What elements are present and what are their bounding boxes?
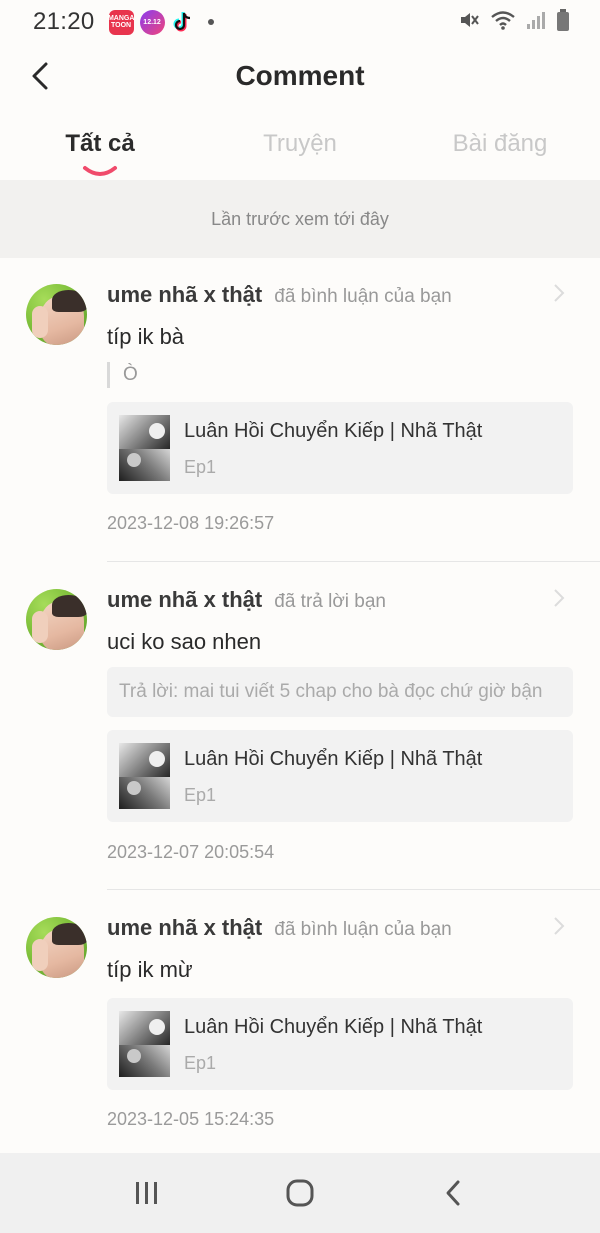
notification-item[interactable]: ume nhã x thật đã bình luận của bạn típ … bbox=[0, 891, 600, 1153]
page-title: Comment bbox=[235, 60, 365, 91]
action-text: đã bình luận của bạn bbox=[274, 919, 452, 940]
comment-text: típ ik bà bbox=[107, 324, 185, 349]
username[interactable]: ume nhã x thật bbox=[107, 915, 262, 941]
tab-stories-label: Truyện bbox=[263, 130, 337, 157]
username[interactable]: ume nhã x thật bbox=[107, 587, 262, 613]
mute-icon bbox=[458, 9, 480, 36]
timestamp: 2023-12-08 19:26:57 bbox=[107, 513, 275, 533]
tab-stories[interactable]: Truyện bbox=[200, 120, 400, 180]
story-title: Luân Hồi Chuyển Kiếp | Nhã Thật bbox=[184, 1016, 483, 1038]
tiktok-app-icon bbox=[171, 10, 196, 35]
active-tab-indicator bbox=[83, 166, 117, 176]
shopee-sale-app-icon: 12.12 bbox=[139, 9, 165, 35]
battery-icon bbox=[556, 8, 570, 37]
story-card[interactable]: Luân Hồi Chuyển Kiếp | Nhã Thật Ep1 bbox=[107, 402, 573, 494]
divider bbox=[107, 561, 600, 562]
mangatoon-app-icon: MANGA TOON bbox=[107, 9, 135, 35]
notification-header: ume nhã x thật đã bình luận của bạn bbox=[107, 915, 452, 941]
tab-posts-label: Bài đăng bbox=[452, 130, 548, 157]
notification-header: ume nhã x thật đã bình luận của bạn bbox=[107, 282, 452, 308]
signal-icon bbox=[526, 9, 546, 36]
system-back-button[interactable] bbox=[423, 1163, 483, 1223]
last-seen-banner: Lần trước xem tới đây bbox=[0, 180, 600, 258]
story-title: Luân Hồi Chuyển Kiếp | Nhã Thật bbox=[184, 748, 483, 770]
username[interactable]: ume nhã x thật bbox=[107, 282, 262, 308]
timestamp: 2023-12-07 20:05:54 bbox=[107, 842, 275, 862]
story-card[interactable]: Luân Hồi Chuyển Kiếp | Nhã Thật Ep1 bbox=[107, 998, 573, 1090]
comment-text: típ ik mừ bbox=[107, 957, 193, 982]
story-card[interactable]: Luân Hồi Chuyển Kiếp | Nhã Thật Ep1 bbox=[107, 730, 573, 822]
story-episode: Ep1 bbox=[184, 1053, 217, 1073]
chevron-right-icon[interactable] bbox=[550, 282, 568, 304]
status-app-icons: MANGA TOON 12.12 bbox=[107, 9, 214, 35]
home-button[interactable] bbox=[270, 1163, 330, 1223]
notification-dot-icon bbox=[207, 19, 214, 25]
timestamp: 2023-12-05 15:24:35 bbox=[107, 1109, 275, 1129]
notification-item[interactable]: ume nhã x thật đã bình luận của bạn típ … bbox=[0, 258, 600, 562]
story-title: Luân Hồi Chuyển Kiếp | Nhã Thật bbox=[184, 420, 483, 442]
recent-apps-icon bbox=[135, 1182, 157, 1204]
story-thumbnail bbox=[119, 743, 170, 809]
shopee-sale-app-label: 12.12 bbox=[143, 18, 161, 26]
system-nav-bar bbox=[0, 1153, 600, 1233]
story-episode: Ep1 bbox=[184, 785, 217, 805]
tab-posts[interactable]: Bài đăng bbox=[400, 120, 600, 180]
avatar[interactable] bbox=[26, 284, 87, 345]
chevron-right-icon[interactable] bbox=[550, 587, 568, 609]
page-header: Comment bbox=[0, 44, 600, 112]
home-icon bbox=[286, 1179, 314, 1207]
tab-all[interactable]: Tất cả bbox=[0, 120, 200, 180]
avatar[interactable] bbox=[26, 589, 87, 650]
avatar[interactable] bbox=[26, 917, 87, 978]
quoted-comment: Ò bbox=[107, 362, 138, 388]
recent-apps-button[interactable] bbox=[117, 1163, 177, 1223]
divider bbox=[107, 889, 600, 890]
story-thumbnail bbox=[119, 1011, 170, 1077]
reply-preview: Trả lời: mai tui viết 5 chap cho bà đọc … bbox=[107, 667, 573, 717]
wifi-icon bbox=[490, 9, 516, 36]
tab-all-label: Tất cả bbox=[65, 130, 135, 157]
action-text: đã trả lời bạn bbox=[274, 591, 386, 612]
action-text: đã bình luận của bạn bbox=[274, 286, 452, 307]
status-indicators bbox=[458, 8, 570, 37]
mangatoon-app-label: MANGA TOON bbox=[107, 15, 135, 29]
chevron-right-icon[interactable] bbox=[550, 915, 568, 937]
status-time: 21:20 bbox=[33, 8, 95, 35]
story-thumbnail bbox=[119, 415, 170, 481]
notification-item[interactable]: ume nhã x thật đã trả lời bạn uci ko sao… bbox=[0, 563, 600, 890]
tab-bar: Tất cả Truyện Bài đăng bbox=[0, 120, 600, 180]
back-icon bbox=[446, 1180, 460, 1206]
status-bar: 21:20 MANGA TOON 12.12 bbox=[0, 0, 600, 44]
notification-header: ume nhã x thật đã trả lời bạn bbox=[107, 587, 386, 613]
story-episode: Ep1 bbox=[184, 457, 217, 477]
comment-text: uci ko sao nhen bbox=[107, 629, 262, 654]
